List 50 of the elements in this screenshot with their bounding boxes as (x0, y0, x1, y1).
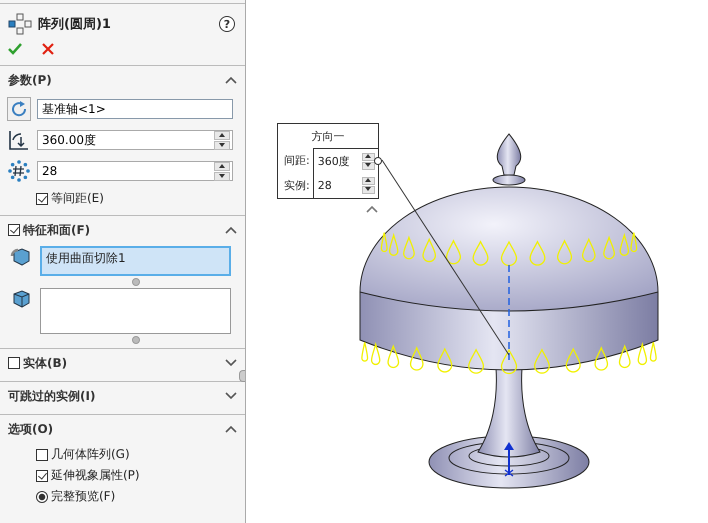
checkbox-label: 几何体阵列(G) (51, 446, 130, 463)
section-title: 特征和面(F) (23, 222, 90, 238)
checkbox[interactable] (36, 448, 48, 460)
help-button[interactable]: ? (219, 16, 235, 32)
axis-input-field[interactable]: 基准轴<1> (37, 99, 233, 119)
spin-button[interactable] (214, 130, 230, 150)
callout-title: 方向一 (312, 129, 344, 144)
section-title: 参数(P) (8, 72, 52, 88)
collapse-chevron-icon[interactable] (225, 226, 237, 234)
checkbox-label: 等间距(E) (51, 190, 104, 207)
callout-spin-field[interactable]: 28 (314, 177, 378, 194)
panel-title: 阵列(圆周)1 (38, 16, 112, 33)
angle-icon (7, 128, 31, 152)
section-title: 选项(O) (8, 420, 54, 438)
section-title: 可跳过的实例(I) (8, 388, 96, 404)
collapse-chevron-icon[interactable] (366, 205, 378, 213)
cancel-close-icon[interactable] (42, 43, 54, 55)
expand-chevron-icon[interactable] (225, 359, 237, 367)
knob-drawing (492, 134, 526, 186)
resize-handle[interactable] (132, 336, 140, 344)
feature-cube-icon (10, 246, 32, 268)
rotation-axis-icon[interactable] (7, 97, 31, 121)
checkbox[interactable] (36, 192, 48, 204)
collapse-chevron-icon[interactable] (225, 76, 237, 84)
spin-button[interactable] (214, 162, 230, 180)
leader-anchor-handle[interactable] (374, 157, 382, 165)
checkbox-label: 延伸视象属性(P) (51, 467, 140, 484)
features-list[interactable]: 使用曲面切除1 (40, 246, 231, 276)
section-title: 实体(B) (23, 354, 68, 372)
expand-chevron-icon[interactable] (225, 392, 237, 400)
callout-label: 实例: (284, 178, 310, 193)
radio-label: 完整预览(F) (51, 488, 116, 505)
panel-collapse-handle[interactable] (239, 370, 245, 382)
angle-spin-field[interactable]: 360.00度 (37, 130, 233, 150)
list-item[interactable]: 使用曲面切除1 (46, 250, 126, 267)
checkbox[interactable] (8, 224, 20, 236)
collapse-chevron-icon[interactable] (225, 425, 237, 433)
checkbox[interactable] (8, 357, 20, 369)
callout-spin-field[interactable]: 360度 (314, 152, 378, 170)
instance-count-spin-field[interactable]: 28 (37, 161, 233, 181)
instance-count-input-field[interactable]: 28 (38, 164, 214, 178)
ok-check-icon[interactable] (8, 43, 22, 55)
callout-label: 间距: (284, 153, 310, 168)
pattern-icon (8, 13, 32, 35)
checkbox[interactable] (36, 470, 48, 482)
angle-input-field[interactable]: 360.00度 (38, 133, 214, 147)
instance-count-icon (7, 159, 31, 183)
resize-handle[interactable] (132, 278, 140, 286)
radio-button[interactable] (36, 490, 48, 502)
faces-list[interactable] (40, 288, 231, 334)
